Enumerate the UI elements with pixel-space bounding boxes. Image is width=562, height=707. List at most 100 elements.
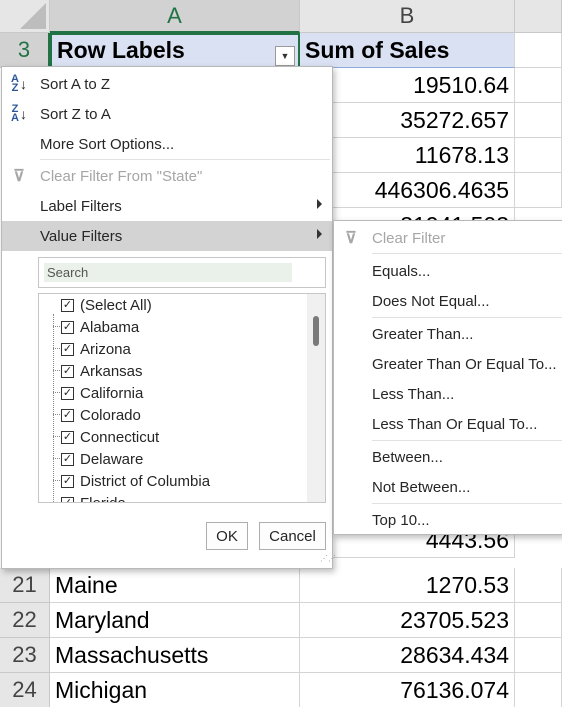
column-header-b[interactable]: B — [300, 0, 515, 33]
tree-line — [53, 314, 54, 502]
scrollbar-thumb[interactable] — [313, 316, 319, 346]
checkbox-checked-icon[interactable]: ✓ — [61, 452, 74, 466]
checkbox-checked-icon[interactable]: ✓ — [61, 298, 74, 312]
list-item[interactable]: ✓ Connecticut — [61, 426, 159, 448]
filter-dropdown-button[interactable]: ▼ — [275, 46, 295, 66]
search-input[interactable]: Search — [44, 263, 292, 282]
menu-divider — [40, 159, 330, 160]
menu-divider — [372, 503, 562, 504]
more-sort-options[interactable]: More Sort Options... — [2, 129, 332, 159]
list-item[interactable]: ✓ District of Columbia — [61, 470, 210, 492]
not-between-item[interactable]: Not Between... — [334, 472, 562, 502]
equals-item[interactable]: Equals... — [334, 256, 562, 286]
empty-cell[interactable] — [515, 638, 562, 673]
sort-a-to-z[interactable]: A Z ↓ Sort A to Z — [2, 69, 332, 99]
state-cell[interactable]: Massachusetts — [50, 638, 300, 673]
row-header[interactable]: 22 — [0, 603, 50, 638]
less-than-or-equal-item[interactable]: Less Than Or Equal To... — [334, 409, 562, 439]
value-filters-submenu: ⊽ Clear Filter Equals... Does Not Equal.… — [333, 220, 562, 535]
row-labels-text: Row Labels — [57, 37, 185, 63]
chevron-right-icon — [317, 229, 322, 239]
empty-cell[interactable] — [515, 603, 562, 638]
row-labels-cell[interactable]: Row Labels ▼ — [50, 33, 300, 68]
clear-filter-icon: ⊽ — [13, 168, 25, 185]
clear-filter-icon: ⊽ — [345, 230, 357, 247]
column-header-c[interactable] — [515, 0, 562, 33]
empty-cell[interactable] — [515, 673, 562, 707]
clear-filter-label: Clear Filter From "State" — [40, 167, 203, 185]
sort-a-to-z-label: Sort A to Z — [40, 75, 111, 93]
checkbox-checked-icon[interactable]: ✓ — [61, 320, 74, 334]
empty-cell[interactable] — [515, 33, 562, 68]
checkbox-checked-icon[interactable]: ✓ — [61, 474, 74, 488]
less-than-label: Less Than... — [372, 385, 455, 403]
value-filters-label: Value Filters — [40, 227, 123, 245]
list-item-label: Florida — [80, 494, 126, 503]
list-item-label: Delaware — [80, 450, 144, 468]
row-header[interactable]: 24 — [0, 673, 50, 707]
list-item[interactable]: ✓ Alabama — [61, 316, 139, 338]
top-10-item[interactable]: Top 10... — [334, 505, 562, 535]
less-than-item[interactable]: Less Than... — [334, 379, 562, 409]
column-header-a[interactable]: A — [50, 0, 300, 33]
state-cell[interactable]: Michigan — [50, 673, 300, 707]
list-item-label: Arkansas — [80, 362, 143, 380]
list-item-label: California — [80, 384, 144, 402]
between-item[interactable]: Between... — [334, 442, 562, 472]
list-item[interactable]: ✓ Arizona — [61, 338, 131, 360]
list-item[interactable]: ✓ Arkansas — [61, 360, 143, 382]
empty-cell[interactable] — [515, 173, 562, 208]
list-item-label: Connecticut — [80, 428, 160, 446]
greater-than-item[interactable]: Greater Than... — [334, 319, 562, 349]
state-cell[interactable]: Maryland — [50, 603, 300, 638]
empty-cell[interactable] — [515, 138, 562, 173]
menu-divider — [372, 317, 562, 318]
clear-filter-item-label: Clear Filter — [372, 229, 446, 247]
empty-cell[interactable] — [515, 568, 562, 603]
select-all-item[interactable]: ✓ (Select All) — [61, 294, 152, 316]
list-item[interactable]: ✓ Colorado — [61, 404, 141, 426]
value-filters[interactable]: Value Filters — [2, 221, 332, 251]
checkbox-checked-icon[interactable]: ✓ — [61, 364, 74, 378]
list-item-label: Colorado — [80, 406, 141, 424]
checkbox-checked-icon[interactable]: ✓ — [61, 386, 74, 400]
list-item-label: District of Columbia — [80, 472, 211, 490]
value-cell[interactable]: 76136.074 — [300, 673, 515, 707]
empty-cell[interactable] — [515, 68, 562, 103]
search-box[interactable]: Search — [38, 257, 326, 288]
value-cell[interactable]: 1270.53 — [300, 568, 515, 603]
cancel-button[interactable]: Cancel — [259, 522, 326, 550]
more-sort-options-label: More Sort Options... — [40, 135, 175, 153]
menu-divider — [372, 440, 562, 441]
state-cell[interactable]: Maine — [50, 568, 300, 603]
greater-than-or-equal-item[interactable]: Greater Than Or Equal To... — [334, 349, 562, 379]
resize-grip-icon[interactable]: ⋰⋰ — [320, 555, 336, 566]
checkbox-checked-icon[interactable]: ✓ — [61, 408, 74, 422]
select-all-triangle — [20, 3, 46, 29]
checkbox-checked-icon[interactable]: ✓ — [61, 342, 74, 356]
tree-line — [53, 502, 62, 503]
equals-label: Equals... — [372, 262, 431, 280]
between-label: Between... — [372, 448, 443, 466]
does-not-equal-item[interactable]: Does Not Equal... — [334, 286, 562, 316]
list-item-label: Alabama — [80, 318, 140, 336]
value-cell[interactable]: 28634.434 — [300, 638, 515, 673]
sum-of-sales-header[interactable]: Sum of Sales — [300, 33, 515, 68]
ok-button[interactable]: OK — [206, 522, 248, 550]
row-header[interactable]: 21 — [0, 568, 50, 603]
list-item[interactable]: ✓ California — [61, 382, 143, 404]
checkbox-checked-icon[interactable]: ✓ — [61, 496, 74, 502]
value-cell[interactable]: 23705.523 — [300, 603, 515, 638]
label-filters[interactable]: Label Filters — [2, 191, 332, 221]
list-item[interactable]: ✓ Florida — [61, 492, 126, 503]
empty-cell[interactable] — [515, 103, 562, 138]
row-header-3[interactable]: 3 — [0, 33, 50, 68]
clear-filter-from-state: ⊽ Clear Filter From "State" — [2, 161, 332, 191]
select-all-corner[interactable] — [0, 0, 50, 33]
list-scrollbar[interactable] — [307, 294, 325, 502]
checkbox-checked-icon[interactable]: ✓ — [61, 430, 74, 444]
row-header[interactable]: 23 — [0, 638, 50, 673]
list-item[interactable]: ✓ Delaware — [61, 448, 143, 470]
list-item-label: Arizona — [80, 340, 131, 358]
sort-z-to-a[interactable]: Z A ↓ Sort Z to A — [2, 99, 332, 129]
